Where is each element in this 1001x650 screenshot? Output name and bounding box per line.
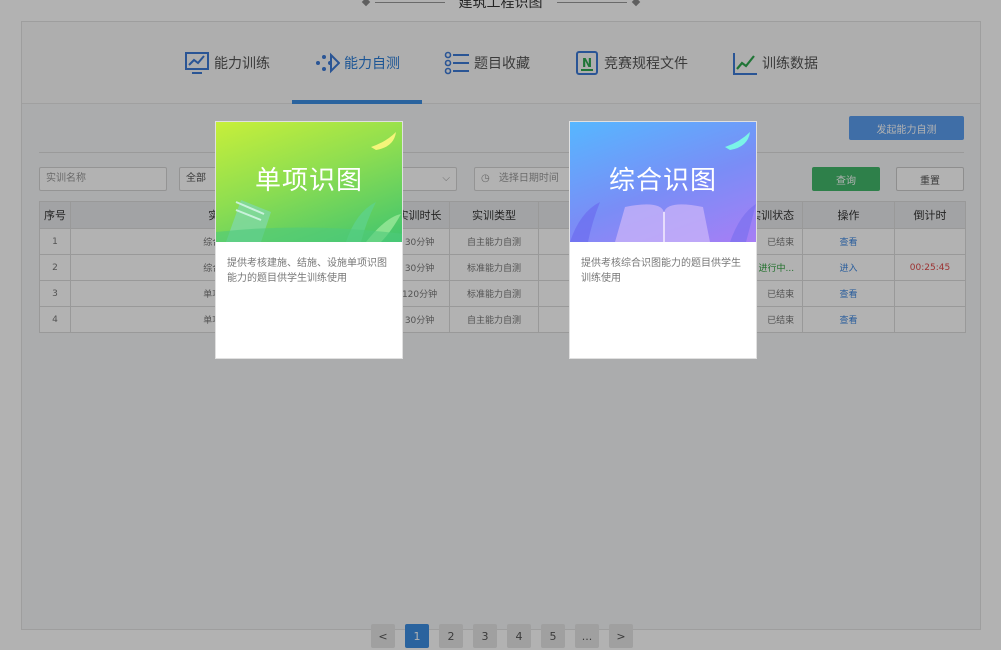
card-description: 提供考核建施、结施、设施单项识图能力的题目供学生训练使用 — [227, 258, 387, 284]
card-banner: 单项识图 — [216, 122, 402, 242]
card-description: 提供考核综合识图能力的题目供学生训练使用 — [581, 258, 741, 284]
card-title: 单项识图 — [254, 166, 363, 196]
card-banner: 综合识图 — [570, 122, 756, 242]
card-title: 综合识图 — [608, 166, 717, 196]
modal-overlay[interactable] — [0, 0, 1001, 650]
card-single-drawing[interactable]: 单项识图 提供考核建施、结施、设施单项识图能力的题目供学生训练使用 — [215, 121, 403, 359]
card-comprehensive-drawing[interactable]: 综合识图 提供考核综合识图能力的题目供学生训练使用 — [569, 121, 757, 359]
